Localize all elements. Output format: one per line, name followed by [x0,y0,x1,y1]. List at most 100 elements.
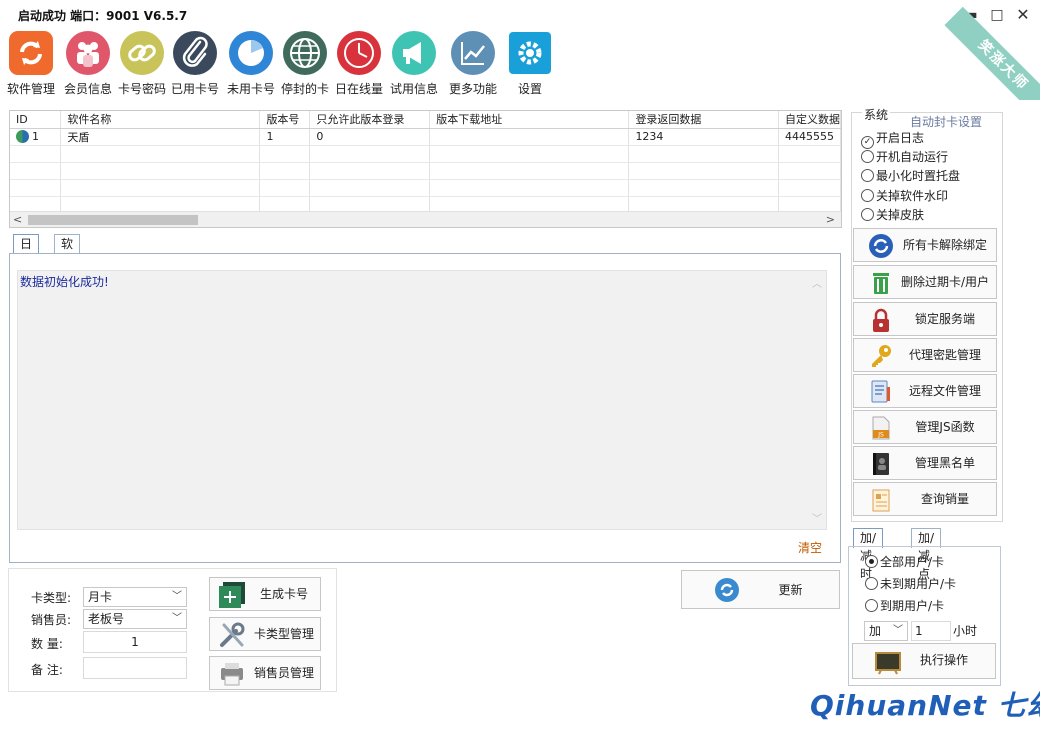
update-button[interactable]: 更新 [681,570,840,609]
scroll-up-icon[interactable]: ︿ [812,275,822,290]
column-header-login-return[interactable]: 登录返回数据 [628,111,779,129]
remote-file-manage-button[interactable]: 远程文件管理 [853,374,997,408]
clock-icon [337,31,381,75]
unbind-all-cards-button[interactable]: 所有卡解除绑定 [853,228,997,262]
column-header-download-url[interactable]: 版本下载地址 [429,111,630,129]
tool-used-cards[interactable]: 已用卡号 [166,30,224,97]
option-enable-log[interactable]: ✓ 开启日志 [861,129,924,149]
tab-log[interactable]: 日志 [13,234,40,269]
quantity-input[interactable]: 1 [83,631,187,653]
option-label: 开启日志 [876,131,925,145]
quantity-label: 数 量: [31,637,63,651]
globe-icon [283,31,327,75]
table-row-empty [10,162,841,180]
manage-blacklist-button[interactable]: 管理黑名单 [853,446,997,480]
column-header-version-only[interactable]: 只允许此版本登录 [309,111,431,129]
tool-settings[interactable]: 设置 [501,30,559,97]
tool-card-password[interactable]: 卡号密码 [113,30,171,97]
window-title: 启动成功 端口：9001 V6.5.7 [18,9,188,23]
button-label: 管理JS函数 [915,420,975,434]
table-header-row: ID 软件名称 版本号 只允许此版本登录 版本下载地址 登录返回数据 自定义数据 [10,111,841,129]
lock-server-button[interactable]: 锁定服务端 [853,302,997,336]
option-auto-start[interactable]: 开机自动运行 [861,148,948,165]
auto-ban-settings-link[interactable]: 自动封卡设置 [910,113,982,130]
option-label: 最小化时置托盘 [876,169,961,183]
tool-more-functions[interactable]: 更多功能 [444,30,502,97]
column-header-name[interactable]: 软件名称 [60,111,261,129]
button-label: 查询销量 [920,492,969,506]
maximize-button[interactable]: □ [988,6,1006,24]
close-button[interactable]: ✕ [1014,6,1032,24]
scroll-down-icon[interactable]: ﹀ [812,510,822,525]
horizontal-scrollbar[interactable]: < > [10,211,841,227]
trend-icon [451,31,495,75]
table-row[interactable]: 1 天盾 1 0 1234 4445555 [10,128,841,146]
query-sales-button[interactable]: 查询销量 [853,482,997,516]
refresh-circle-icon [715,578,739,602]
tool-label: 软件管理 [6,82,55,96]
seller-select[interactable]: 老板号 ﹀ [83,609,187,629]
tool-daily-online[interactable]: 日在线量 [330,30,388,97]
button-label: 销售员管理 [253,666,314,680]
tab-add-sub-time[interactable]: 加/减时 [853,528,884,581]
tab-add-sub-points[interactable]: 加/减点 [911,528,942,581]
option-disable-skin[interactable]: 关掉皮肤 [861,206,924,223]
option-all-users[interactable]: 全部用户/卡 [865,553,944,570]
radio-icon [861,169,874,182]
software-table[interactable]: ID 软件名称 版本号 只允许此版本登录 版本下载地址 登录返回数据 自定义数据… [9,110,842,228]
option-unexpired-users[interactable]: 未到期用户/卡 [865,575,956,592]
tool-unused-cards[interactable]: 未用卡号 [222,30,280,97]
unit-label: 小时 [953,624,978,638]
plus-board-icon [219,582,245,608]
table-cell-id: 1 [10,128,62,146]
log-textarea[interactable]: 数据初始化成功! ︿ ﹀ [17,270,827,530]
svg-text:JS: JS [877,432,884,439]
key-icon [872,345,891,367]
option-expired-users[interactable]: 到期用户/卡 [865,597,944,614]
card-type-manage-button[interactable]: 卡类型管理 [209,617,321,651]
option-disable-watermark[interactable]: 关掉软件水印 [861,187,948,204]
select-value: 加 [869,624,882,638]
column-header-id[interactable]: ID [10,111,62,129]
button-label: 执行操作 [919,653,968,667]
minimize-button[interactable]: ▬ [962,6,980,24]
option-label: 全部用户/卡 [880,555,945,569]
amount-input[interactable]: 1 [911,621,951,641]
tool-software-manage[interactable]: 软件管理 [2,30,60,97]
tool-label: 试用信息 [389,82,438,96]
table-cell-version: 1 [259,128,311,146]
button-label: 所有卡解除绑定 [902,238,987,252]
agent-key-manage-button[interactable]: 代理密匙管理 [853,338,997,372]
scroll-right-icon[interactable]: > [826,212,835,227]
delete-expired-button[interactable]: 删除过期卡/用户 [853,265,997,299]
seller-manage-button[interactable]: 销售员管理 [209,656,321,690]
tool-trial-info[interactable]: 试用信息 [385,30,443,97]
card-type-select[interactable]: 月卡 ﹀ [83,587,187,607]
table-cell-custom-data: 4445555 [778,128,841,146]
table-cell-version-only: 0 [309,128,431,146]
tool-label: 已用卡号 [170,82,219,96]
tool-member-info[interactable]: 会员信息 [59,30,117,97]
execute-button[interactable]: 执行操作 [852,643,996,679]
remark-input[interactable] [83,657,187,679]
button-label: 管理黑名单 [914,456,975,470]
tab-software-settings[interactable]: 软件设置 [54,234,81,305]
tool-banned-cards[interactable]: 停封的卡 [276,30,334,97]
scroll-left-icon[interactable]: < [13,212,22,227]
select-value: 老板号 [88,612,125,626]
button-label: 删除过期卡/用户 [900,275,990,289]
option-label: 开机自动运行 [876,150,949,164]
column-header-version[interactable]: 版本号 [259,111,311,129]
clear-log-button[interactable]: 清空 [798,539,822,556]
scroll-thumb[interactable] [28,215,198,225]
trash-icon [873,273,889,294]
option-minimize-tray[interactable]: 最小化时置托盘 [861,167,960,184]
column-header-custom-data[interactable]: 自定义数据 [778,111,841,129]
tool-label: 停封的卡 [280,82,329,96]
generate-cards-button[interactable]: 生成卡号 [209,577,321,611]
option-label: 关掉皮肤 [876,208,925,222]
add-sub-select[interactable]: 加 ﹀ [864,621,908,641]
table-cell-download-url [429,128,630,146]
title-bar: 启动成功 端口：9001 V6.5.7 ▬ □ ✕ [0,0,1040,30]
manage-js-functions-button[interactable]: JS 管理JS函数 [853,410,997,444]
